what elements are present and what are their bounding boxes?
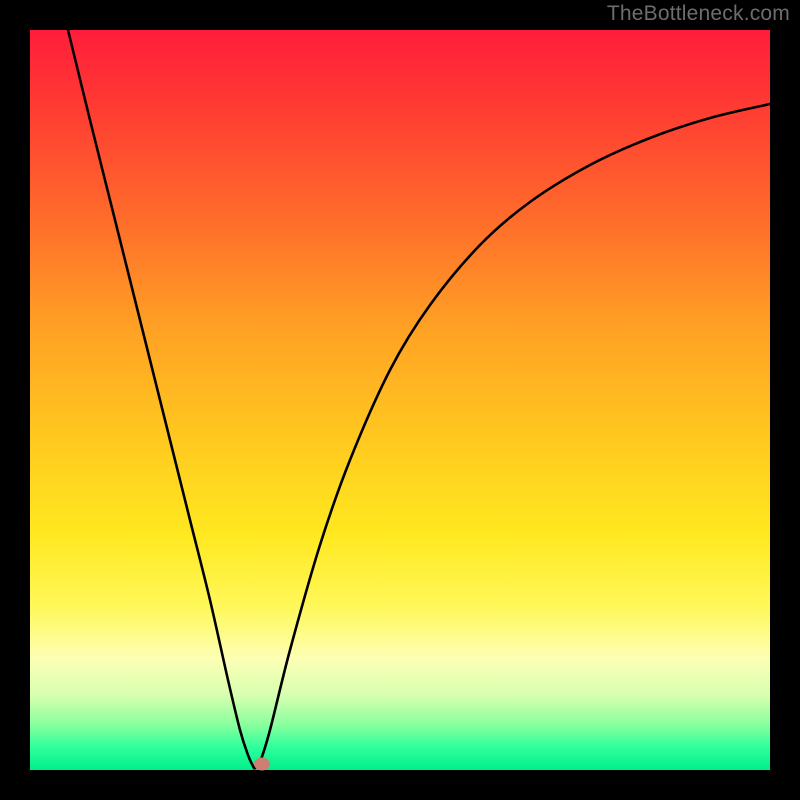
bottleneck-curve [30,30,770,770]
curve-path [68,30,770,768]
chart-frame: TheBottleneck.com [0,0,800,800]
highlight-dot [254,758,270,771]
plot-area [30,30,770,770]
watermark-text: TheBottleneck.com [607,2,790,26]
